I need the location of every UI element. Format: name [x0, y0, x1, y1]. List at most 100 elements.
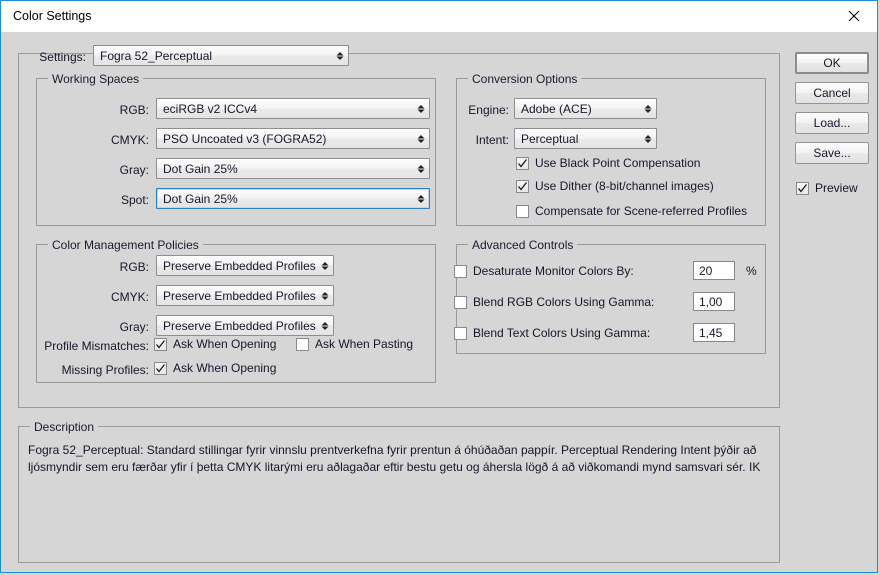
use-dither-checkbox[interactable]: Use Dither (8-bit/channel images): [516, 179, 714, 193]
preview-checkbox[interactable]: Preview: [796, 181, 858, 195]
description-text: Fogra 52_Perceptual: Standard stillingar…: [28, 442, 770, 476]
blend-text-colors-gamma-checkbox[interactable]: Blend Text Colors Using Gamma:: [454, 326, 650, 340]
checkbox-unchecked-icon: [454, 327, 467, 340]
ws-cmyk-label: CMYK:: [61, 133, 149, 147]
load-button-label: Load...: [814, 116, 851, 130]
ws-gray-dropdown[interactable]: Dot Gain 25%: [156, 158, 430, 179]
chevron-updown-icon: [640, 129, 656, 148]
cmp-gray-label: Gray:: [61, 320, 149, 334]
ok-button-label: OK: [823, 56, 840, 70]
blend-rgb-colors-gamma-checkbox[interactable]: Blend RGB Colors Using Gamma:: [454, 295, 654, 309]
use-black-point-compensation-checkbox[interactable]: Use Black Point Compensation: [516, 156, 700, 170]
ws-gray-label: Gray:: [61, 163, 149, 177]
missing-profiles-label: Missing Profiles:: [23, 363, 149, 377]
cancel-button[interactable]: Cancel: [795, 82, 869, 104]
cmp-cmyk-label: CMYK:: [61, 290, 149, 304]
intent-value: Perceptual: [515, 132, 640, 146]
ws-spot-label: Spot:: [61, 193, 149, 207]
cmp-gray-value: Preserve Embedded Profiles: [157, 319, 317, 333]
settings-dropdown-value: Fogra 52_Perceptual: [94, 49, 332, 63]
description-legend: Description: [30, 420, 98, 434]
chevron-updown-icon: [317, 316, 333, 335]
settings-dropdown[interactable]: Fogra 52_Perceptual: [93, 45, 349, 66]
desaturate-monitor-colors-value: 20: [699, 264, 712, 278]
color-management-policies-legend: Color Management Policies: [48, 238, 203, 252]
working-spaces-legend: Working Spaces: [48, 72, 143, 86]
checkbox-checked-icon: [154, 338, 167, 351]
profile-mismatches-ask-opening-label: Ask When Opening: [173, 337, 276, 351]
ws-cmyk-dropdown[interactable]: PSO Uncoated v3 (FOGRA52): [156, 128, 430, 149]
save-button[interactable]: Save...: [795, 142, 869, 164]
engine-value: Adobe (ACE): [515, 102, 640, 116]
chevron-updown-icon: [413, 159, 429, 178]
advanced-controls-legend: Advanced Controls: [468, 238, 577, 252]
chevron-updown-icon: [413, 99, 429, 118]
engine-label: Engine:: [451, 103, 509, 117]
color-settings-dialog: Color Settings Settings: Fogra 52_Percep…: [0, 0, 878, 573]
page-title: Color Settings: [13, 9, 92, 23]
desaturate-monitor-colors-checkbox[interactable]: Desaturate Monitor Colors By:: [454, 264, 634, 278]
settings-label: Settings:: [24, 50, 86, 64]
blend-rgb-colors-gamma-label: Blend RGB Colors Using Gamma:: [473, 295, 654, 309]
ws-rgb-dropdown[interactable]: eciRGB v2 ICCv4: [156, 98, 430, 119]
blend-text-colors-gamma-input[interactable]: 1,45: [693, 323, 735, 342]
use-black-point-compensation-label: Use Black Point Compensation: [535, 156, 700, 170]
checkbox-unchecked-icon: [454, 265, 467, 278]
cmp-cmyk-value: Preserve Embedded Profiles: [157, 289, 317, 303]
checkbox-unchecked-icon: [296, 338, 309, 351]
cmp-gray-dropdown[interactable]: Preserve Embedded Profiles: [156, 315, 334, 336]
desaturate-monitor-colors-label: Desaturate Monitor Colors By:: [473, 264, 634, 278]
ws-spot-value: Dot Gain 25%: [157, 192, 413, 206]
cancel-button-label: Cancel: [813, 86, 850, 100]
use-dither-label: Use Dither (8-bit/channel images): [535, 179, 714, 193]
cmp-rgb-value: Preserve Embedded Profiles: [157, 259, 317, 273]
missing-profiles-ask-opening-checkbox[interactable]: Ask When Opening: [154, 361, 276, 375]
ws-cmyk-value: PSO Uncoated v3 (FOGRA52): [157, 132, 413, 146]
compensate-scene-referred-checkbox[interactable]: Compensate for Scene-referred Profiles: [516, 204, 747, 218]
blend-rgb-colors-gamma-value: 1,00: [699, 295, 722, 309]
cmp-cmyk-dropdown[interactable]: Preserve Embedded Profiles: [156, 285, 334, 306]
profile-mismatches-ask-pasting-label: Ask When Pasting: [315, 337, 413, 351]
save-button-label: Save...: [813, 146, 850, 160]
blend-text-colors-gamma-value: 1,45: [699, 326, 722, 340]
ws-spot-dropdown[interactable]: Dot Gain 25%: [156, 188, 430, 209]
percent-suffix-label: %: [746, 264, 757, 278]
close-button[interactable]: [831, 1, 877, 31]
intent-label: Intent:: [451, 133, 509, 147]
chevron-updown-icon: [640, 99, 656, 118]
compensate-scene-referred-label: Compensate for Scene-referred Profiles: [535, 204, 747, 218]
close-icon: [848, 10, 860, 22]
checkbox-checked-icon: [796, 182, 809, 195]
checkbox-unchecked-icon: [516, 205, 529, 218]
ws-rgb-value: eciRGB v2 ICCv4: [157, 102, 413, 116]
checkbox-checked-icon: [516, 180, 529, 193]
engine-dropdown[interactable]: Adobe (ACE): [514, 98, 657, 119]
ws-rgb-label: RGB:: [61, 103, 149, 117]
checkbox-unchecked-icon: [454, 296, 467, 309]
chevron-updown-icon: [413, 129, 429, 148]
dialog-body: Settings: Fogra 52_Perceptual Working Sp…: [1, 32, 877, 572]
chevron-updown-icon: [413, 189, 429, 208]
checkbox-checked-icon: [154, 362, 167, 375]
blend-rgb-colors-gamma-input[interactable]: 1,00: [693, 292, 735, 311]
title-bar: Color Settings: [1, 1, 877, 32]
missing-profiles-ask-opening-label: Ask When Opening: [173, 361, 276, 375]
blend-text-colors-gamma-label: Blend Text Colors Using Gamma:: [473, 326, 650, 340]
desaturate-monitor-colors-input[interactable]: 20: [693, 261, 735, 280]
intent-dropdown[interactable]: Perceptual: [514, 128, 657, 149]
profile-mismatches-ask-opening-checkbox[interactable]: Ask When Opening: [154, 337, 276, 351]
chevron-updown-icon: [332, 46, 348, 65]
ws-gray-value: Dot Gain 25%: [157, 162, 413, 176]
profile-mismatches-ask-pasting-checkbox[interactable]: Ask When Pasting: [296, 337, 413, 351]
description-group: Description Fogra 52_Perceptual: Standar…: [18, 426, 780, 563]
chevron-updown-icon: [317, 286, 333, 305]
chevron-updown-icon: [317, 256, 333, 275]
checkbox-checked-icon: [516, 157, 529, 170]
profile-mismatches-label: Profile Mismatches:: [23, 339, 149, 353]
preview-label: Preview: [815, 181, 858, 195]
ok-button[interactable]: OK: [795, 52, 869, 74]
cmp-rgb-dropdown[interactable]: Preserve Embedded Profiles: [156, 255, 334, 276]
cmp-rgb-label: RGB:: [61, 260, 149, 274]
conversion-options-legend: Conversion Options: [468, 72, 581, 86]
load-button[interactable]: Load...: [795, 112, 869, 134]
